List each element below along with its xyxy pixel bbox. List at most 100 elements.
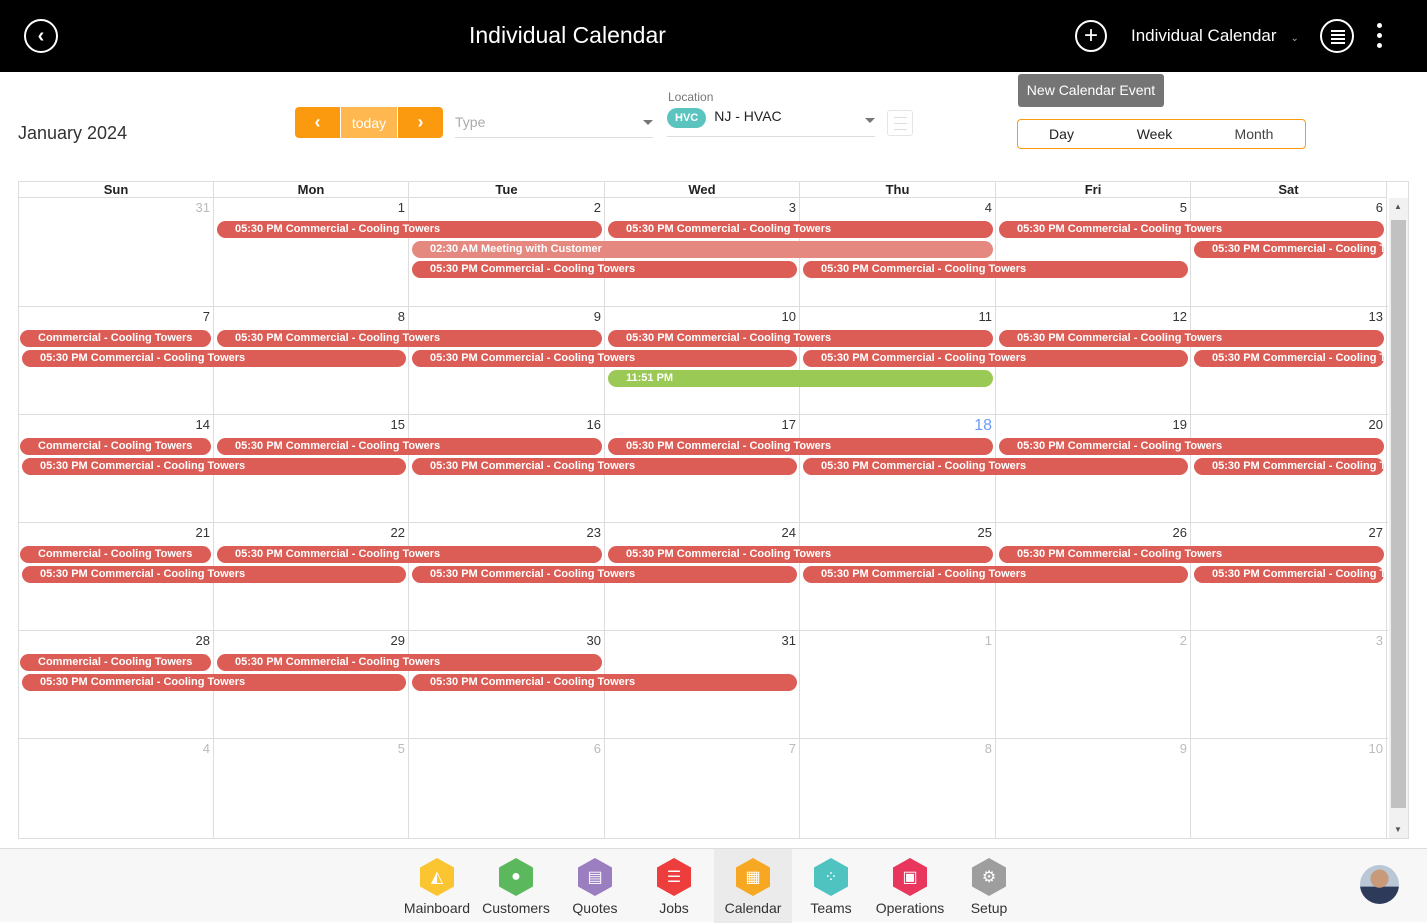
day-cell[interactable]: 8 [800,739,996,838]
calendar-event[interactable]: 05:30 PM Commercial - Cooling Towers [803,566,1188,583]
calendar-event[interactable]: 05:30 PM Commercial - Cooling Towers [1194,458,1384,475]
calendar-event[interactable]: 05:30 PM Commercial - Cooling Towers [999,221,1384,238]
calendar-event[interactable]: 05:30 PM Commercial - Cooling Towers [217,330,602,347]
day-number[interactable]: 8 [398,309,405,324]
calendar-event[interactable]: 05:30 PM Commercial - Cooling Towers [803,350,1188,367]
calendar-event[interactable]: 05:30 PM Commercial - Cooling Towers [412,458,797,475]
nav-customers[interactable]: ● Customers [477,849,555,923]
day-number[interactable]: 7 [203,309,210,324]
nav-teams[interactable]: ⁘ Teams [792,849,870,923]
location-select[interactable]: HVC NJ - HVAC [667,108,875,137]
day-cell[interactable]: 1 [214,198,409,306]
type-select[interactable]: Type [455,110,653,138]
calendar-event[interactable]: 05:30 PM Commercial - Cooling Towers [803,261,1188,278]
day-number[interactable]: 14 [196,417,210,432]
calendar-event[interactable]: 05:30 PM Commercial - Cooling Towers [1194,241,1384,258]
nav-calendar[interactable]: ▦ Calendar [714,849,792,923]
day-number[interactable]: 3 [789,200,796,215]
view-day[interactable]: Day [1018,120,1106,148]
calendar-event[interactable]: 05:30 PM Commercial - Cooling Towers [999,330,1384,347]
day-number[interactable]: 16 [587,417,601,432]
day-number[interactable]: 13 [1369,309,1383,324]
day-cell[interactable]: 9 [996,739,1191,838]
prev-button[interactable]: ‹ [295,107,340,138]
day-number[interactable]: 2 [594,200,601,215]
day-number[interactable]: 5 [398,741,405,756]
nav-quotes[interactable]: ▤ Quotes [556,849,634,923]
day-number[interactable]: 9 [1180,741,1187,756]
calendar-event[interactable]: 05:30 PM Commercial - Cooling Towers [608,221,993,238]
calendar-event[interactable]: 05:30 PM Commercial - Cooling Towers [803,458,1188,475]
nav-mainboard[interactable]: ◭ Mainboard [398,849,476,923]
back-button[interactable]: ‹ [24,19,58,53]
calendar-event[interactable]: 05:30 PM Commercial - Cooling Towers [22,458,406,475]
day-number[interactable]: 2 [1180,633,1187,648]
add-button[interactable]: + [1075,20,1107,52]
day-number[interactable]: 30 [587,633,601,648]
scrollbar[interactable]: ▲ ▼ [1389,198,1408,838]
calendar-event[interactable]: Commercial - Cooling Towers [20,546,211,563]
day-number[interactable]: 9 [594,309,601,324]
day-number[interactable]: 4 [203,741,210,756]
calendar-event[interactable]: 05:30 PM Commercial - Cooling Towers [22,350,406,367]
calendar-select[interactable]: Individual Calendar ⌄ [1131,26,1299,46]
calendar-event[interactable]: 11:51 PM [608,370,993,387]
day-cell[interactable]: 1 [800,631,996,738]
calendar-event[interactable]: Commercial - Cooling Towers [20,330,211,347]
day-cell[interactable]: 3 [1191,631,1387,738]
today-day-number[interactable]: 18 [974,417,992,435]
day-number[interactable]: 1 [398,200,405,215]
view-month[interactable]: Month [1203,120,1305,148]
day-number[interactable]: 11 [979,309,993,324]
calendar-event[interactable]: 05:30 PM Commercial - Cooling Towers [999,438,1384,455]
more-menu-icon[interactable] [1377,23,1383,53]
day-number[interactable]: 6 [594,741,601,756]
calendar-event[interactable]: 05:30 PM Commercial - Cooling Towers [412,566,797,583]
day-cell[interactable]: 31 [19,198,214,306]
day-number[interactable]: 29 [391,633,405,648]
day-cell[interactable]: 7 [605,739,800,838]
scroll-down-icon[interactable]: ▼ [1394,825,1402,834]
calendar-event[interactable]: 05:30 PM Commercial - Cooling Towers [1194,566,1384,583]
scroll-up-icon[interactable]: ▲ [1394,202,1402,211]
day-number[interactable]: 19 [1173,417,1187,432]
calendar-event[interactable]: 05:30 PM Commercial - Cooling Towers [22,674,406,691]
nav-jobs[interactable]: ☰ Jobs [635,849,713,923]
calendar-event[interactable]: 05:30 PM Commercial - Cooling Towers [608,546,993,563]
day-number[interactable]: 26 [1173,525,1187,540]
day-number[interactable]: 17 [782,417,796,432]
day-cell[interactable]: 4 [19,739,214,838]
day-number[interactable]: 5 [1180,200,1187,215]
day-number[interactable]: 15 [391,417,405,432]
calendar-event[interactable]: 05:30 PM Commercial - Cooling Towers [22,566,406,583]
calendar-event[interactable]: 05:30 PM Commercial - Cooling Towers [1194,350,1384,367]
calendar-event[interactable]: 05:30 PM Commercial - Cooling Towers [412,261,797,278]
avatar[interactable] [1360,865,1399,904]
day-number[interactable]: 1 [985,633,992,648]
scrollbar-thumb[interactable] [1391,220,1406,808]
calendar-event[interactable]: 05:30 PM Commercial - Cooling Towers [412,674,797,691]
day-number[interactable]: 12 [1173,309,1187,324]
calendar-event[interactable]: 05:30 PM Commercial - Cooling Towers [608,330,993,347]
nav-operations[interactable]: ▣ Operations [871,849,949,923]
day-number[interactable]: 4 [985,200,992,215]
day-number[interactable]: 21 [196,525,210,540]
calendar-event[interactable]: 05:30 PM Commercial - Cooling Towers [999,546,1384,563]
calendar-event[interactable]: 05:30 PM Commercial - Cooling Towers [217,654,602,671]
calendar-event[interactable]: 02:30 AM Meeting with Customer [412,241,993,258]
next-button[interactable]: › [398,107,443,138]
filter-list-button[interactable] [887,110,913,136]
list-view-button[interactable] [1320,19,1354,53]
nav-setup[interactable]: ⚙ Setup [950,849,1028,923]
calendar-event[interactable]: 05:30 PM Commercial - Cooling Towers [608,438,993,455]
today-button[interactable]: today [340,107,398,138]
day-number[interactable]: 6 [1376,200,1383,215]
calendar-event[interactable]: 05:30 PM Commercial - Cooling Towers [217,438,602,455]
new-calendar-event-button[interactable]: New Calendar Event [1018,74,1164,107]
day-cell[interactable]: 5 [214,739,409,838]
calendar-event[interactable]: Commercial - Cooling Towers [20,654,211,671]
day-cell[interactable]: 6 [409,739,605,838]
day-cell[interactable]: 10 [1191,739,1387,838]
day-number[interactable]: 25 [978,525,992,540]
day-number[interactable]: 20 [1369,417,1383,432]
